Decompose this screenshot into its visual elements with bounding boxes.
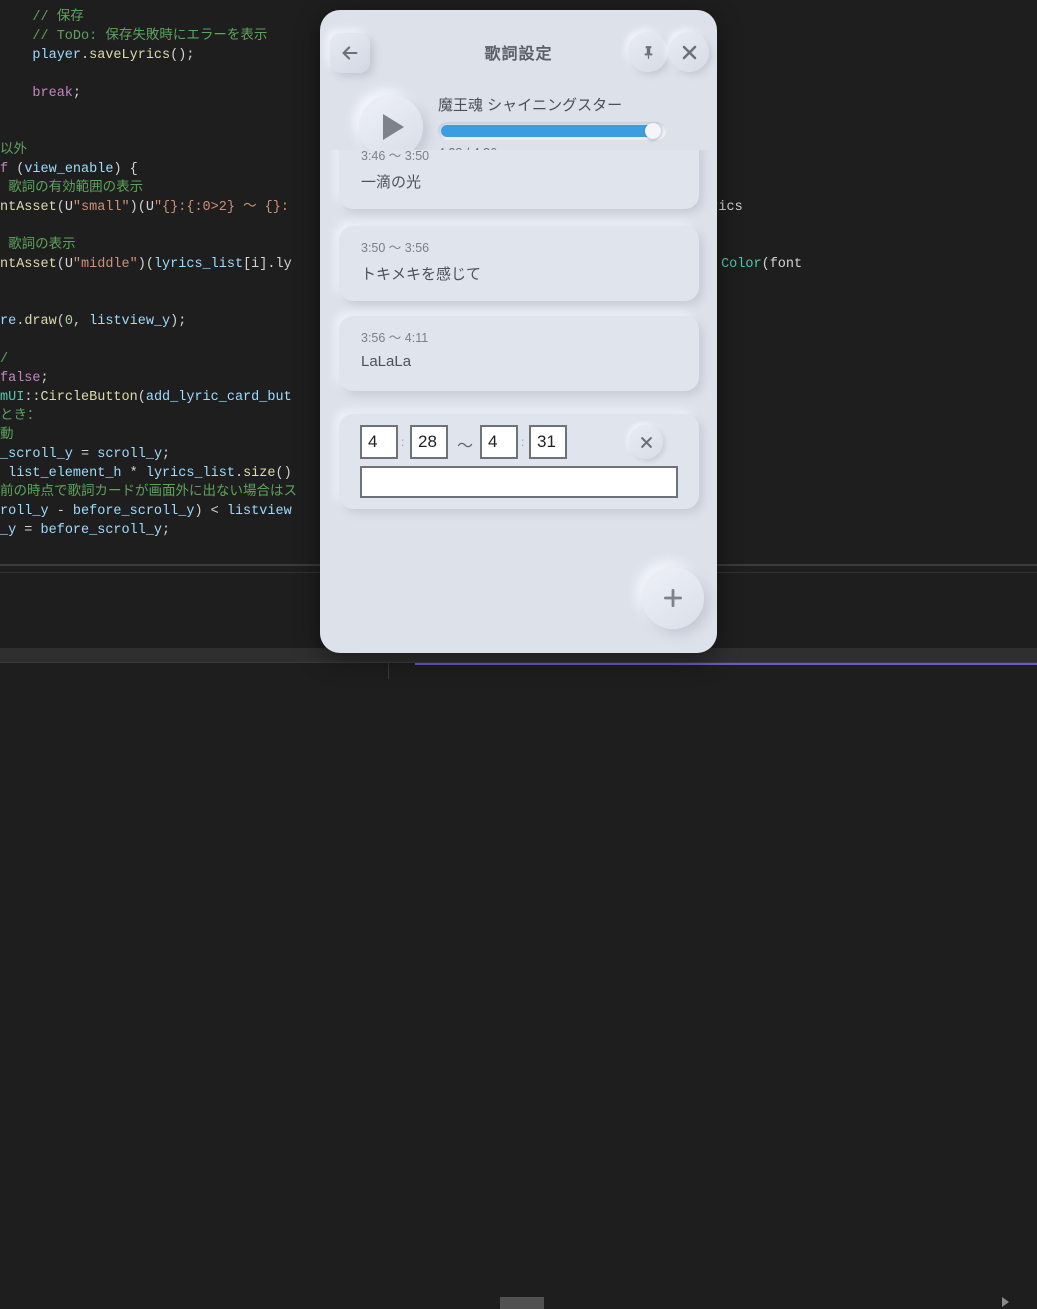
panel-active-indicator xyxy=(415,663,1037,665)
lyric-card-time: 3:50 ～ 3:56 xyxy=(361,237,429,256)
lyric-card[interactable]: 3:50 ～ 3:56 トキメキを感じて xyxy=(339,226,699,301)
progress-fill xyxy=(441,125,654,137)
lyric-card-text: 一滴の光 xyxy=(361,171,421,192)
close-icon xyxy=(680,43,699,62)
lyric-card[interactable]: 3:46 ～ 3:50 一滴の光 xyxy=(339,150,699,209)
lyric-text-input[interactable] xyxy=(360,466,678,498)
progress-slider[interactable] xyxy=(438,122,666,140)
begin-second-input[interactable] xyxy=(410,425,448,459)
lyric-card-time: 3:46 ～ 3:50 xyxy=(361,150,429,164)
scroll-right-arrow-icon[interactable] xyxy=(1002,1297,1009,1307)
lyrics-settings-dialog: 歌詞設定 魔王魂 シャイニングスタ xyxy=(320,10,717,653)
delete-lyric-card-button[interactable] xyxy=(629,425,663,459)
time-range-separator: ～ xyxy=(457,432,473,456)
track-title: 魔王魂 シャイニングスター xyxy=(438,94,622,115)
plus-icon xyxy=(660,585,686,611)
lyric-edit-card: : ～ : xyxy=(339,414,699,509)
lyric-card-time: 3:56 ～ 4:11 xyxy=(361,327,428,346)
end-minute-input[interactable] xyxy=(480,425,518,459)
dialog-titlebar: 歌詞設定 xyxy=(320,10,717,76)
end-second-input[interactable] xyxy=(529,425,567,459)
play-icon xyxy=(383,114,404,140)
horizontal-scrollbar-thumb[interactable] xyxy=(500,1297,544,1309)
time-colon: : xyxy=(521,435,524,449)
close-icon xyxy=(639,435,654,450)
begin-minute-input[interactable] xyxy=(360,425,398,459)
lyric-card-text: LaLaLa xyxy=(361,353,411,370)
time-colon: : xyxy=(401,435,404,449)
progress-thumb[interactable] xyxy=(645,123,661,139)
pin-button[interactable] xyxy=(628,32,668,72)
pin-icon xyxy=(640,44,657,61)
close-button[interactable] xyxy=(669,32,709,72)
add-lyric-card-button[interactable] xyxy=(642,567,704,629)
lyric-card-text: トキメキを感じて xyxy=(361,263,481,284)
lyric-card[interactable]: 3:56 ～ 4:11 LaLaLa xyxy=(339,316,699,391)
panel-tab-bar[interactable] xyxy=(0,663,1037,679)
panel-tab-separator xyxy=(388,663,389,679)
